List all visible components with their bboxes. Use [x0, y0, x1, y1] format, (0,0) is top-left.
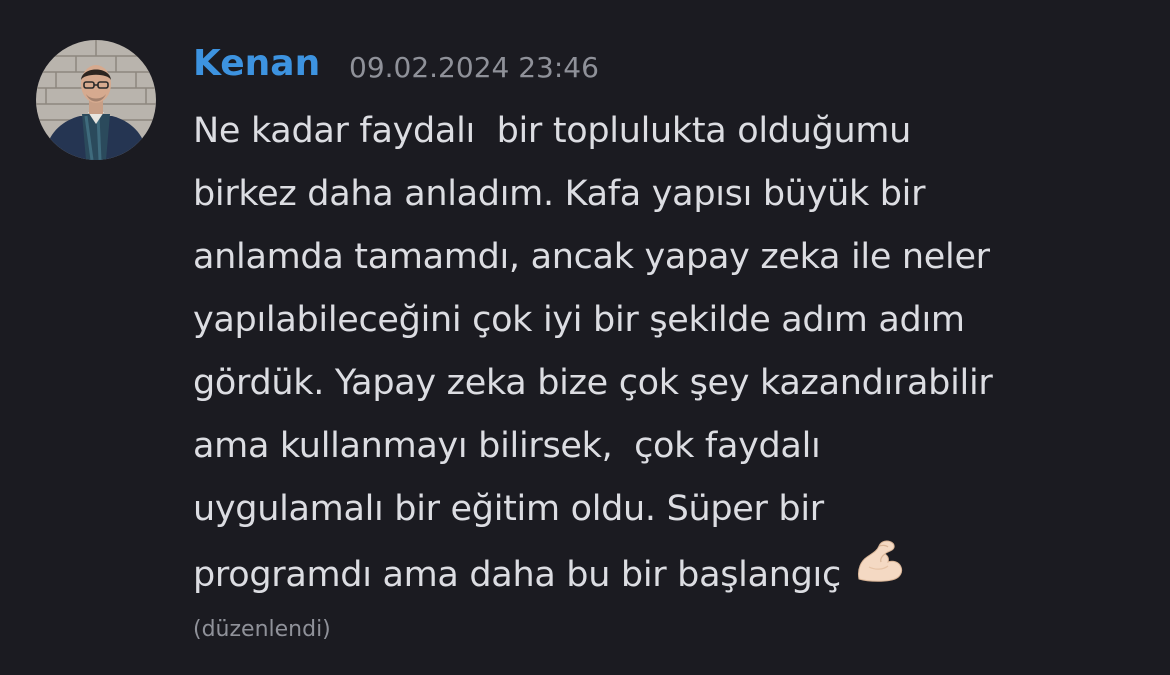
- message-line: ama kullanmayı bilirsek, çok faydalı: [193, 426, 821, 466]
- edited-label: (düzenlendi): [193, 617, 331, 642]
- avatar-image: [36, 40, 156, 160]
- message-last-line: programdı ama daha bu bir başlangıç: [193, 538, 1153, 609]
- message-timestamp: 09.02.2024 23:46: [349, 51, 599, 84]
- message-line: Ne kadar faydalı bir toplulukta olduğumu: [193, 111, 912, 151]
- message-line: birkez daha anladım. Kafa yapısı büyük b…: [193, 174, 926, 214]
- message-line: gördük. Yapay zeka bize çok şey kazandır…: [193, 363, 993, 403]
- avatar[interactable]: [36, 40, 156, 160]
- message-line: uygulamalı bir eğitim oldu. Süper bir: [193, 489, 824, 529]
- message-line: yapılabileceğini çok iyi bir şekilde adı…: [193, 300, 965, 340]
- chat-message: Kenan 09.02.2024 23:46 Ne kadar faydalı …: [0, 0, 1170, 675]
- message-content: Ne kadar faydalı bir toplulukta olduğumu…: [193, 100, 1153, 609]
- author-name[interactable]: Kenan: [193, 40, 320, 88]
- message-line: anlamda tamamdı, ancak yapay zeka ile ne…: [193, 237, 990, 277]
- message-line: programdı ama daha bu bir başlangıç: [193, 555, 841, 595]
- flexed-biceps-icon: [855, 538, 905, 606]
